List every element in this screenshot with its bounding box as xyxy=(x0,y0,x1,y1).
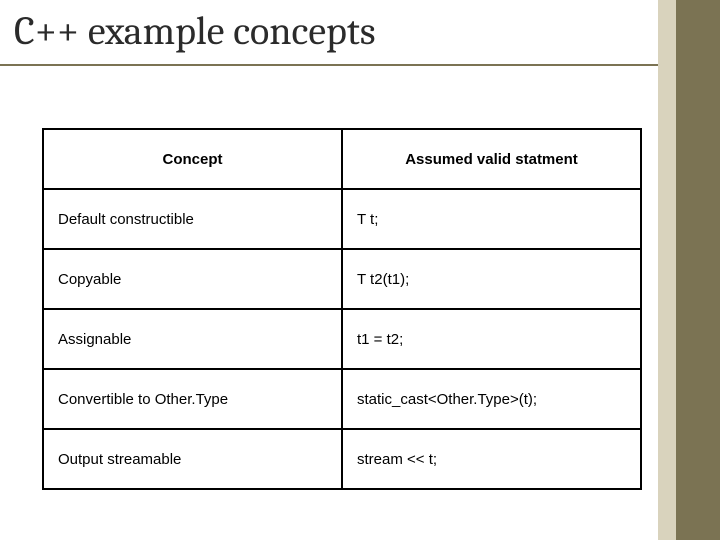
header-statement: Assumed valid statment xyxy=(342,129,641,189)
table-row: Assignable t1 = t2; xyxy=(43,309,641,369)
title-underline xyxy=(0,64,658,66)
side-accent-light xyxy=(658,0,676,540)
concepts-table: Concept Assumed valid statment Default c… xyxy=(42,128,642,490)
table-row: Output streamable stream << t; xyxy=(43,429,641,489)
cell-concept: Default constructible xyxy=(43,189,342,249)
table-row: Convertible to Other.Type static_cast<Ot… xyxy=(43,369,641,429)
cell-concept: Output streamable xyxy=(43,429,342,489)
cell-concept: Copyable xyxy=(43,249,342,309)
cell-concept: Assignable xyxy=(43,309,342,369)
cell-statement: T t; xyxy=(342,189,641,249)
slide: C++ example concepts Concept Assumed val… xyxy=(0,0,720,540)
header-concept: Concept xyxy=(43,129,342,189)
cell-statement: stream << t; xyxy=(342,429,641,489)
table-row: Default constructible T t; xyxy=(43,189,641,249)
slide-title: C++ example concepts xyxy=(14,8,650,54)
table-header-row: Concept Assumed valid statment xyxy=(43,129,641,189)
cell-statement: T t2(t1); xyxy=(342,249,641,309)
cell-statement: static_cast<Other.Type>(t); xyxy=(342,369,641,429)
cell-concept: Convertible to Other.Type xyxy=(43,369,342,429)
side-accent-dark xyxy=(676,0,720,540)
table-row: Copyable T t2(t1); xyxy=(43,249,641,309)
cell-statement: t1 = t2; xyxy=(342,309,641,369)
